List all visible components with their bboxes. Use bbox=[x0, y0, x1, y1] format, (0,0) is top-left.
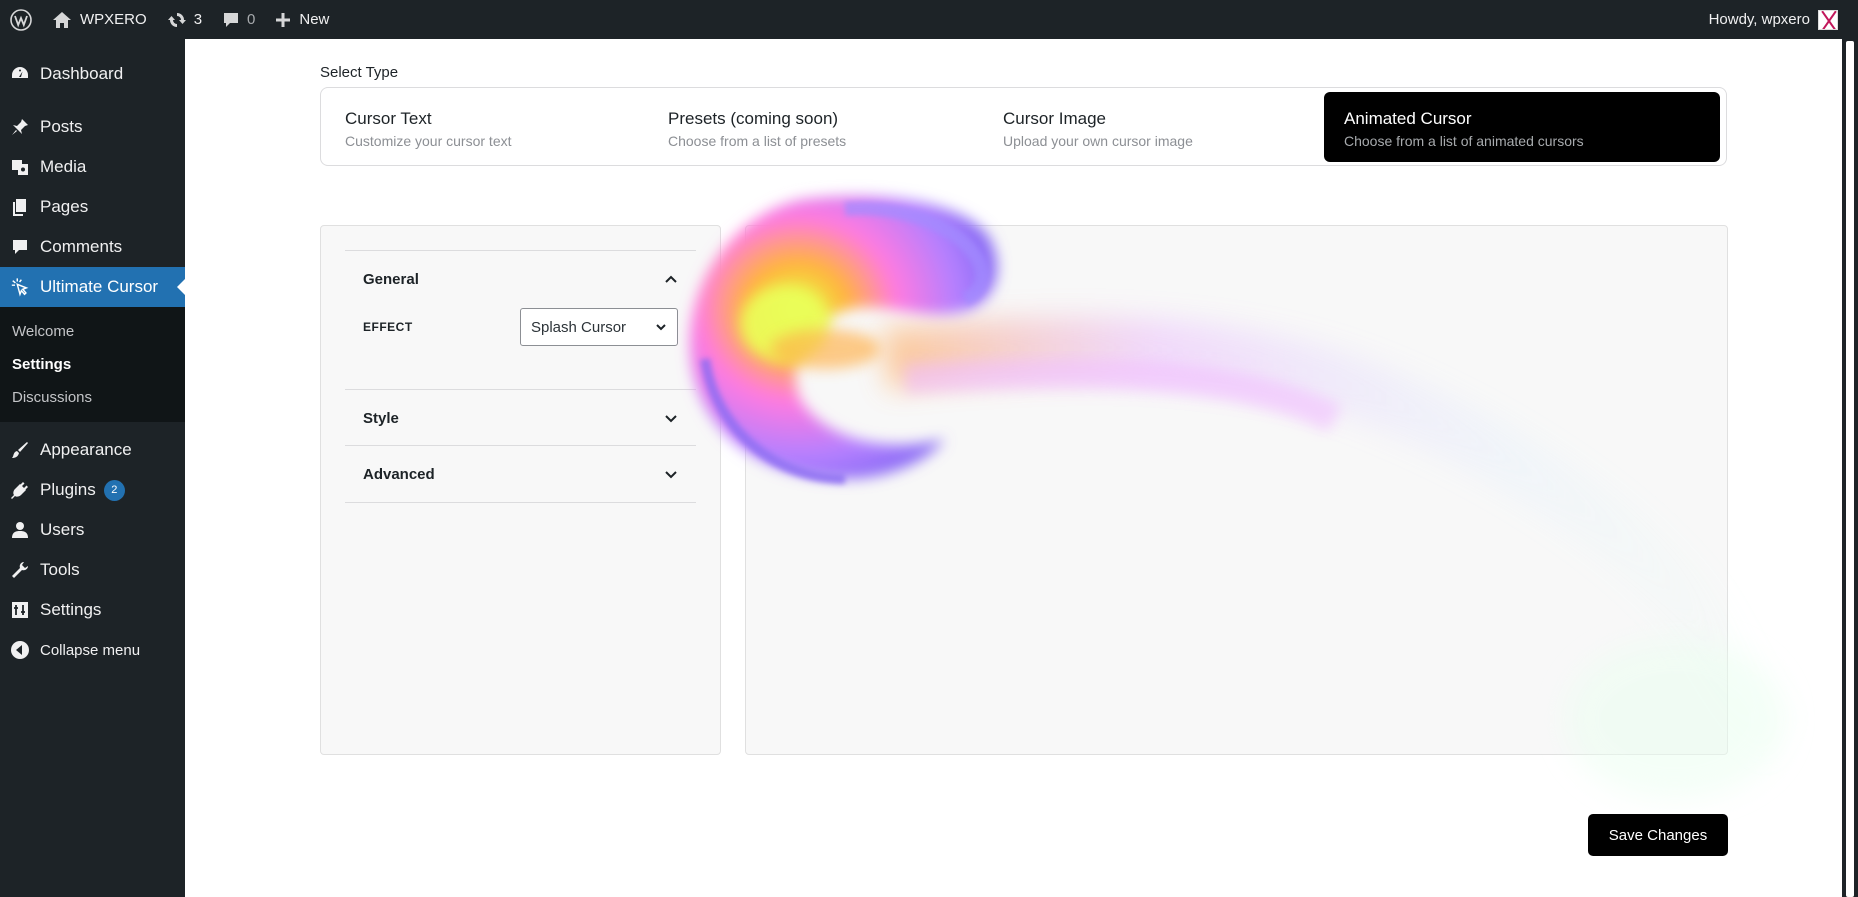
type-card-desc: Choose from a list of presets bbox=[668, 133, 847, 149]
ultimate-cursor-submenu: Welcome Settings Discussions bbox=[0, 307, 185, 422]
wrench-icon bbox=[10, 560, 30, 580]
accordion-title: Style bbox=[363, 409, 399, 427]
cursor-type-selector: Cursor Text Customize your cursor text P… bbox=[320, 87, 1727, 166]
type-card-animated-cursor[interactable]: Animated Cursor Choose from a list of an… bbox=[1324, 92, 1720, 162]
site-name: WPXERO bbox=[80, 11, 147, 28]
wordpress-logo-icon bbox=[10, 8, 32, 31]
menu-item-label: Users bbox=[40, 520, 85, 539]
effect-label: EFFECT bbox=[363, 320, 413, 334]
collapse-label: Collapse menu bbox=[40, 641, 141, 659]
page-scrollbar[interactable] bbox=[1842, 39, 1858, 897]
user-icon bbox=[10, 520, 30, 540]
accordion-general-header[interactable]: General bbox=[345, 251, 696, 307]
menu-item-label: Appearance bbox=[40, 440, 132, 459]
accordion-title: General bbox=[363, 270, 419, 288]
menu-item-label: Plugins bbox=[40, 480, 96, 499]
effect-field: EFFECT Splash Cursor bbox=[345, 307, 696, 347]
wordpress-logo-button[interactable] bbox=[0, 0, 42, 39]
brush-icon bbox=[10, 440, 30, 460]
type-card-title: Cursor Image bbox=[1003, 109, 1106, 128]
cursor-click-icon bbox=[10, 277, 30, 297]
effect-select[interactable]: Splash Cursor bbox=[520, 308, 678, 346]
updates-link[interactable]: 3 bbox=[157, 0, 212, 39]
menu-item-dashboard[interactable]: Dashboard bbox=[0, 54, 185, 94]
admin-sidebar: Dashboard Posts Media Pages Comments Ult… bbox=[0, 39, 185, 897]
media-icon bbox=[10, 157, 30, 177]
accordion-style: Style bbox=[345, 389, 696, 446]
cursor-preview-area[interactable] bbox=[745, 225, 1728, 755]
type-card-desc: Choose from a list of animated cursors bbox=[1344, 133, 1584, 149]
menu-item-label: Pages bbox=[40, 197, 89, 216]
updates-count: 3 bbox=[193, 11, 203, 28]
my-account-link[interactable]: Howdy, wpxero bbox=[1699, 0, 1848, 39]
comments-link[interactable]: 0 bbox=[212, 0, 265, 39]
admin-bar: WPXERO 3 0 New Howdy, wpxero bbox=[0, 0, 1858, 39]
home-icon bbox=[53, 11, 71, 28]
menu-item-users[interactable]: Users bbox=[0, 510, 185, 550]
collapse-menu-button[interactable]: Collapse menu bbox=[0, 630, 185, 670]
menu-item-label: Dashboard bbox=[40, 64, 124, 83]
new-label: New bbox=[299, 11, 330, 28]
menu-item-label: Tools bbox=[40, 560, 80, 579]
accordion-general: General EFFECT Splash Cursor bbox=[345, 250, 696, 347]
type-card-desc: Upload your own cursor image bbox=[1003, 133, 1193, 149]
chevron-down-icon bbox=[665, 471, 677, 479]
new-content-link[interactable]: New bbox=[265, 0, 339, 39]
type-card-title: Presets (coming soon) bbox=[668, 109, 839, 128]
scrollbar-thumb[interactable] bbox=[1846, 41, 1854, 897]
type-card-cursor-image[interactable]: Cursor Image Upload your own cursor imag… bbox=[983, 92, 1317, 162]
menu-item-comments[interactable]: Comments bbox=[0, 227, 185, 267]
menu-item-pages[interactable]: Pages bbox=[0, 187, 185, 227]
sliders-icon bbox=[10, 600, 30, 620]
site-name-link[interactable]: WPXERO bbox=[42, 0, 157, 39]
menu-item-label: Media bbox=[40, 157, 87, 176]
main-content: Select Type Cursor Text Customize your c… bbox=[185, 39, 1842, 897]
menu-item-label: Ultimate Cursor bbox=[40, 277, 159, 296]
menu-item-label: Settings bbox=[40, 600, 102, 619]
settings-panel: General EFFECT Splash Cursor Style Advan… bbox=[320, 225, 721, 755]
accordion-style-header[interactable]: Style bbox=[345, 390, 696, 446]
plug-icon bbox=[10, 480, 30, 500]
accordion-advanced-header[interactable]: Advanced bbox=[345, 446, 696, 502]
chevron-down-icon bbox=[656, 324, 666, 331]
menu-item-ultimate-cursor[interactable]: Ultimate Cursor bbox=[0, 267, 185, 307]
select-type-label: Select Type bbox=[320, 64, 399, 81]
menu-item-label: Posts bbox=[40, 117, 83, 136]
accordion-advanced: Advanced bbox=[345, 445, 696, 503]
collapse-arrow-icon bbox=[10, 640, 30, 660]
menu-item-label: Comments bbox=[40, 237, 123, 256]
chevron-down-icon bbox=[665, 415, 677, 423]
submenu-item-settings[interactable]: Settings bbox=[0, 348, 185, 381]
chevron-up-icon bbox=[665, 275, 677, 283]
menu-item-plugins[interactable]: Plugins 2 bbox=[0, 470, 185, 510]
menu-item-settings[interactable]: Settings bbox=[0, 590, 185, 630]
submenu-item-welcome[interactable]: Welcome bbox=[0, 315, 185, 348]
pages-icon bbox=[10, 197, 30, 217]
dashboard-icon bbox=[10, 64, 30, 84]
type-card-title: Cursor Text bbox=[345, 109, 432, 128]
plus-icon bbox=[276, 12, 291, 27]
type-card-title: Animated Cursor bbox=[1344, 109, 1472, 128]
accordion-title: Advanced bbox=[363, 465, 435, 483]
updates-icon bbox=[167, 12, 186, 27]
pin-icon bbox=[10, 117, 30, 137]
plugins-update-badge: 2 bbox=[103, 479, 125, 501]
menu-item-tools[interactable]: Tools bbox=[0, 550, 185, 590]
type-card-cursor-text[interactable]: Cursor Text Customize your cursor text bbox=[325, 92, 647, 162]
type-card-presets[interactable]: Presets (coming soon) Choose from a list… bbox=[648, 92, 982, 162]
howdy-text: Howdy, wpxero bbox=[1708, 11, 1810, 28]
menu-item-posts[interactable]: Posts bbox=[0, 107, 185, 147]
menu-item-media[interactable]: Media bbox=[0, 147, 185, 187]
avatar bbox=[1818, 9, 1838, 30]
comment-icon bbox=[10, 237, 30, 257]
comment-bubble-icon bbox=[224, 12, 239, 27]
comments-count: 0 bbox=[247, 11, 256, 28]
effect-select-value: Splash Cursor bbox=[531, 318, 627, 336]
save-changes-button[interactable]: Save Changes bbox=[1588, 814, 1728, 856]
type-card-desc: Customize your cursor text bbox=[345, 133, 512, 149]
submenu-item-discussions[interactable]: Discussions bbox=[0, 381, 185, 414]
menu-item-appearance[interactable]: Appearance bbox=[0, 430, 185, 470]
